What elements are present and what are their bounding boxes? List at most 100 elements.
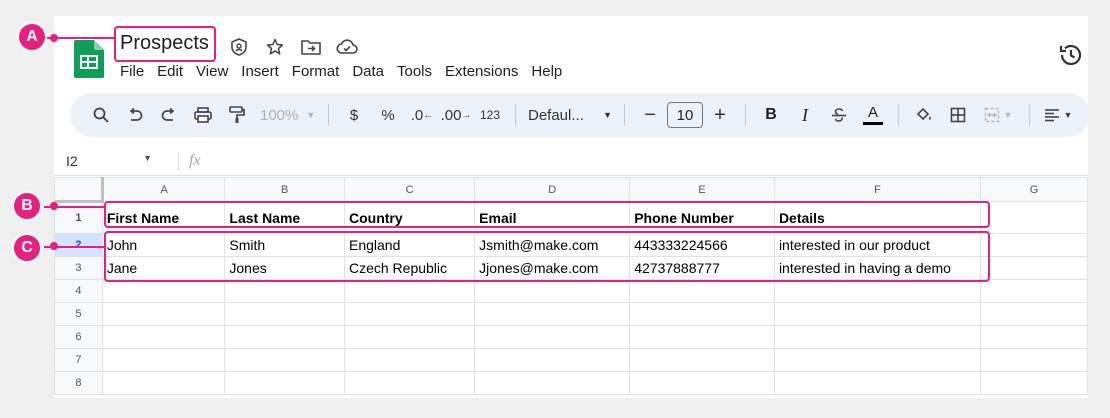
cell[interactable] xyxy=(980,348,1088,372)
cell[interactable] xyxy=(101,325,226,349)
menu-file[interactable]: File xyxy=(120,63,144,80)
cell[interactable] xyxy=(980,201,1088,234)
column-header[interactable]: E xyxy=(629,177,775,202)
shield-icon[interactable] xyxy=(228,36,250,58)
cell[interactable] xyxy=(629,371,775,395)
cell[interactable] xyxy=(629,348,775,372)
strikethrough-icon[interactable] xyxy=(822,100,856,130)
cell[interactable] xyxy=(980,256,1088,280)
cell[interactable] xyxy=(629,325,775,349)
cell[interactable] xyxy=(474,348,631,372)
currency-format-button[interactable]: $ xyxy=(337,100,371,130)
move-folder-icon[interactable] xyxy=(300,36,322,58)
cell[interactable] xyxy=(224,279,345,303)
fill-color-icon[interactable] xyxy=(907,100,941,130)
paint-format-icon[interactable] xyxy=(220,100,254,130)
cloud-saved-icon[interactable] xyxy=(336,36,358,58)
column-header[interactable]: D xyxy=(474,177,631,202)
column-header[interactable]: B xyxy=(224,177,345,202)
italic-button[interactable]: I xyxy=(788,100,822,130)
font-size-value[interactable]: 10 xyxy=(667,102,703,128)
increase-font-size-button[interactable]: + xyxy=(703,100,737,130)
toolbar-divider xyxy=(328,104,329,126)
zoom-value: 100% xyxy=(260,106,299,124)
undo-icon[interactable] xyxy=(118,100,152,130)
cell[interactable] xyxy=(474,325,631,349)
cell[interactable] xyxy=(343,302,476,326)
annotation-badge-a: A xyxy=(17,22,47,52)
row-header[interactable]: 8 xyxy=(54,371,103,395)
formula-bar: I2 ▼ fx xyxy=(54,146,1088,176)
menu-tools[interactable]: Tools xyxy=(397,63,432,80)
search-icon[interactable] xyxy=(84,100,118,130)
column-header[interactable]: C xyxy=(343,177,476,202)
column-header[interactable]: G xyxy=(980,177,1088,202)
print-icon[interactable] xyxy=(186,100,220,130)
menu-format[interactable]: Format xyxy=(292,63,340,80)
row-header[interactable]: 5 xyxy=(54,302,103,326)
more-formats-button[interactable]: 123 xyxy=(473,100,507,130)
chevron-down-icon: ▼ xyxy=(1003,110,1013,120)
bold-button[interactable]: B xyxy=(754,100,788,130)
cell[interactable] xyxy=(474,279,631,303)
select-all-corner[interactable] xyxy=(54,177,104,203)
cell[interactable] xyxy=(343,371,476,395)
version-history-icon[interactable] xyxy=(1058,42,1084,68)
row-header[interactable]: 7 xyxy=(54,348,103,372)
row-header[interactable]: 3 xyxy=(54,256,103,280)
row-header[interactable]: 6 xyxy=(54,325,103,349)
cell[interactable] xyxy=(343,348,476,372)
row-header[interactable]: 4 xyxy=(54,279,103,303)
name-box[interactable]: I2 ▼ xyxy=(54,153,158,169)
cell[interactable] xyxy=(101,371,226,395)
cell[interactable] xyxy=(773,348,982,372)
cell[interactable] xyxy=(773,302,982,326)
borders-icon[interactable] xyxy=(941,100,975,130)
cell[interactable] xyxy=(773,279,982,303)
cell[interactable] xyxy=(224,302,345,326)
column-header[interactable]: F xyxy=(773,177,982,202)
decrease-font-size-button[interactable]: − xyxy=(633,100,667,130)
cell[interactable] xyxy=(224,348,345,372)
align-left-icon[interactable]: ▼ xyxy=(1038,100,1078,130)
chevron-down-icon: ▼ xyxy=(1063,110,1073,120)
cell[interactable] xyxy=(343,279,476,303)
cell[interactable] xyxy=(773,371,982,395)
cell[interactable] xyxy=(101,302,226,326)
text-color-button[interactable]: A xyxy=(856,100,890,130)
cell[interactable] xyxy=(629,279,775,303)
merge-cells-icon[interactable]: ▼ xyxy=(975,100,1021,130)
cell[interactable] xyxy=(474,371,631,395)
menu-view[interactable]: View xyxy=(196,63,228,80)
column-header[interactable]: A xyxy=(101,177,226,202)
cell[interactable] xyxy=(773,325,982,349)
font-size-field[interactable]: 10 xyxy=(667,100,703,130)
cell[interactable] xyxy=(224,325,345,349)
decrease-decimal-button[interactable]: .0 ← xyxy=(405,100,439,130)
table-row: 6 xyxy=(54,325,1088,349)
menu-edit[interactable]: Edit xyxy=(157,63,183,80)
cell[interactable] xyxy=(629,302,775,326)
cell[interactable] xyxy=(101,348,226,372)
row-header[interactable]: 2 xyxy=(54,233,103,257)
cell[interactable] xyxy=(980,302,1088,326)
zoom-select[interactable]: 100% ▼ xyxy=(254,100,320,130)
menu-help[interactable]: Help xyxy=(531,63,562,80)
cell[interactable] xyxy=(980,325,1088,349)
star-icon[interactable] xyxy=(264,36,286,58)
redo-icon[interactable] xyxy=(152,100,186,130)
cell[interactable] xyxy=(224,371,345,395)
cell[interactable] xyxy=(474,302,631,326)
cell[interactable] xyxy=(980,371,1088,395)
cell[interactable] xyxy=(980,279,1088,303)
menu-extensions[interactable]: Extensions xyxy=(445,63,518,80)
percent-format-button[interactable]: % xyxy=(371,100,405,130)
cell[interactable] xyxy=(980,233,1088,257)
menu-insert[interactable]: Insert xyxy=(241,63,279,80)
sheets-logo-icon[interactable] xyxy=(74,40,104,78)
menu-data[interactable]: Data xyxy=(352,63,384,80)
cell[interactable] xyxy=(343,325,476,349)
font-family-select[interactable]: Defaul... ▼ xyxy=(524,100,616,130)
cell[interactable] xyxy=(101,279,226,303)
increase-decimal-button[interactable]: .00 → xyxy=(439,100,473,130)
